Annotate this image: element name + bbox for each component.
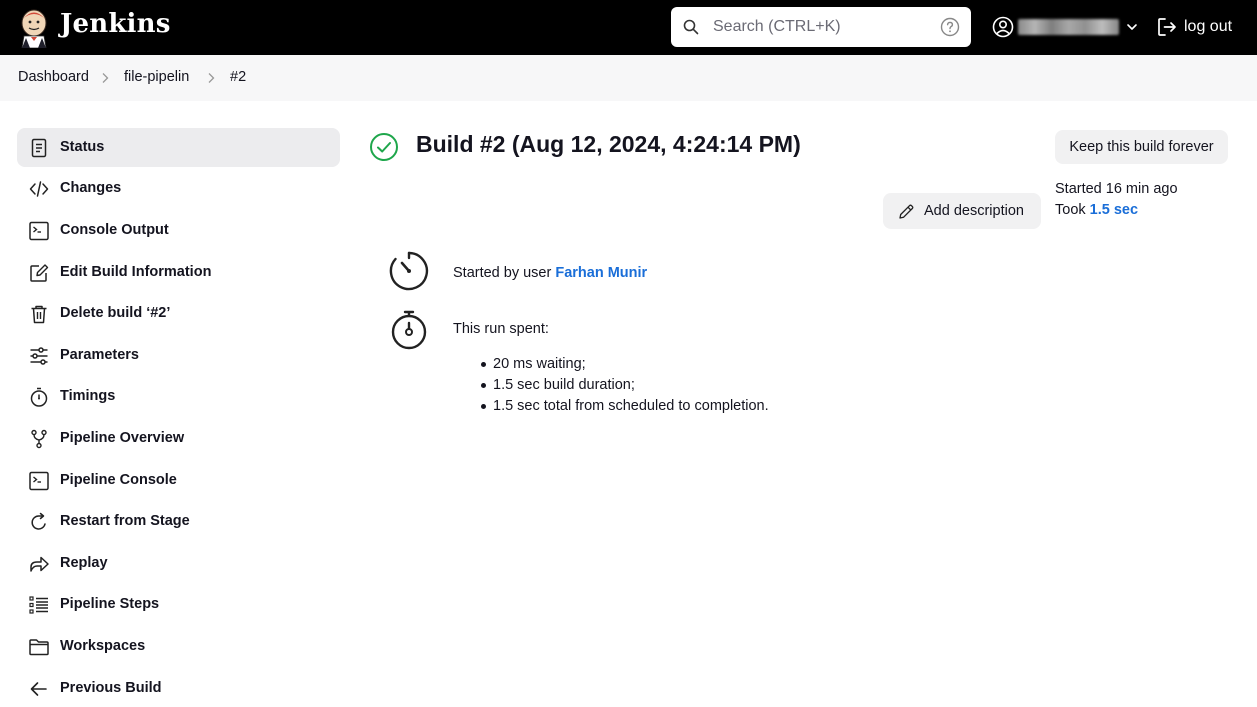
sidebar-item-label: Parameters xyxy=(60,347,139,363)
sidebar-item-pipeline-overview[interactable]: Pipeline Overview xyxy=(17,419,340,458)
sidebar-item-label: Console Output xyxy=(60,222,169,238)
search-box[interactable]: Search (CTRL+K) xyxy=(671,7,971,47)
folder-icon xyxy=(29,639,49,656)
chevron-down-icon[interactable] xyxy=(1126,21,1138,33)
search-input[interactable]: Search (CTRL+K) xyxy=(713,18,841,36)
replay-icon xyxy=(30,556,49,572)
sidebar-item-edit-build-information[interactable]: Edit Build Information xyxy=(17,253,340,292)
sidebar-item-parameters[interactable]: Parameters xyxy=(17,336,340,375)
sidebar-item-label: Changes xyxy=(60,180,122,196)
breadcrumb-build[interactable]: #2 xyxy=(230,69,246,85)
sidebar-item-label: Replay xyxy=(60,555,108,571)
logout-label: log out xyxy=(1184,18,1233,35)
branch-icon xyxy=(31,429,47,449)
list-item: 20 ms waiting; xyxy=(481,356,769,377)
jenkins-logo-icon[interactable] xyxy=(18,8,50,48)
chevron-right-icon xyxy=(102,73,109,83)
sidebar-item-status[interactable]: Status xyxy=(17,128,340,167)
stopwatch-icon xyxy=(30,387,48,407)
top-header: Jenkins Search (CTRL+K) log out xyxy=(0,0,1257,55)
started-by-label: Started by user xyxy=(453,265,556,281)
success-check-icon xyxy=(370,133,398,161)
trash-icon xyxy=(31,305,47,324)
list-item: 1.5 sec total from scheduled to completi… xyxy=(481,398,769,419)
sidebar-item-label: Pipeline Steps xyxy=(60,596,160,612)
sidebar-item-pipeline-console[interactable]: Pipeline Console xyxy=(17,461,340,500)
sidebar-item-label: Pipeline Overview xyxy=(60,430,185,446)
sliders-icon xyxy=(30,347,48,365)
restart-icon xyxy=(31,512,46,530)
sidebar-item-console-output[interactable]: Console Output xyxy=(17,211,340,250)
document-icon xyxy=(31,138,47,158)
sidebar-item-timings[interactable]: Timings xyxy=(17,377,340,416)
sidebar-item-label: Status xyxy=(60,139,105,155)
sidebar-item-label: Previous Build xyxy=(60,680,162,696)
run-spent-list: 20 ms waiting; 1.5 sec build duration; 1… xyxy=(481,356,769,419)
add-description-button[interactable]: Add description xyxy=(883,193,1041,229)
keep-build-forever-button[interactable]: Keep this build forever xyxy=(1055,130,1228,164)
sidebar-item-previous-build[interactable]: Previous Build xyxy=(17,669,340,707)
breadcrumb-dashboard[interactable]: Dashboard xyxy=(18,69,89,85)
edit-icon xyxy=(30,264,49,282)
timer-icon xyxy=(389,251,429,291)
sidebar-item-label: Timings xyxy=(60,388,116,404)
arrow-left-icon xyxy=(30,682,47,696)
page-title: Build #2 (Aug 12, 2024, 4:24:14 PM) xyxy=(416,131,801,157)
sidebar-item-pipeline-steps[interactable]: Pipeline Steps xyxy=(17,585,340,624)
terminal-icon xyxy=(29,221,49,241)
stopwatch-icon xyxy=(391,310,427,350)
sidebar-item-changes[interactable]: Changes xyxy=(17,169,340,208)
took-label: Took xyxy=(1055,202,1090,218)
breadcrumb: Dashboard file-pipelin #2 xyxy=(0,55,1257,101)
breadcrumb-job[interactable]: file-pipelin xyxy=(124,69,189,85)
terminal-icon xyxy=(29,471,49,491)
logout-button[interactable]: log out xyxy=(1156,16,1232,38)
sidebar-item-label: Workspaces xyxy=(60,638,146,654)
sidebar-item-restart-from-stage[interactable]: Restart from Stage xyxy=(17,502,340,541)
user-avatar-icon[interactable] xyxy=(992,16,1014,38)
app-brand[interactable]: Jenkins xyxy=(60,9,171,39)
sidebar-item-workspaces[interactable]: Workspaces xyxy=(17,627,340,666)
search-icon xyxy=(683,19,699,35)
username-redacted[interactable] xyxy=(1018,19,1119,35)
logout-icon xyxy=(1158,18,1176,36)
run-spent-label: This run spent: xyxy=(453,321,549,337)
started-by-user-link[interactable]: Farhan Munir xyxy=(555,265,647,281)
code-icon xyxy=(29,181,49,197)
sidebar-item-label: Pipeline Console xyxy=(60,472,177,488)
started-by-text: Started by user Farhan Munir xyxy=(453,265,647,281)
sidebar-item-replay[interactable]: Replay xyxy=(17,544,340,583)
list-icon xyxy=(29,596,48,614)
help-icon[interactable] xyxy=(940,17,960,37)
list-item: 1.5 sec build duration; xyxy=(481,377,769,398)
took-duration: Took 1.5 sec xyxy=(1055,202,1138,218)
sidebar-item-label: Edit Build Information xyxy=(60,264,212,280)
add-description-label: Add description xyxy=(924,203,1024,219)
took-duration-link[interactable]: 1.5 sec xyxy=(1090,202,1138,218)
sidebar-item-label: Delete build ‘#2’ xyxy=(60,305,171,321)
pencil-icon xyxy=(899,204,914,219)
started-ago-text: Started 16 min ago xyxy=(1055,181,1178,197)
sidebar-item-label: Restart from Stage xyxy=(60,513,190,529)
chevron-right-icon xyxy=(208,73,215,83)
sidebar-item-delete-build[interactable]: Delete build ‘#2’ xyxy=(17,294,340,333)
